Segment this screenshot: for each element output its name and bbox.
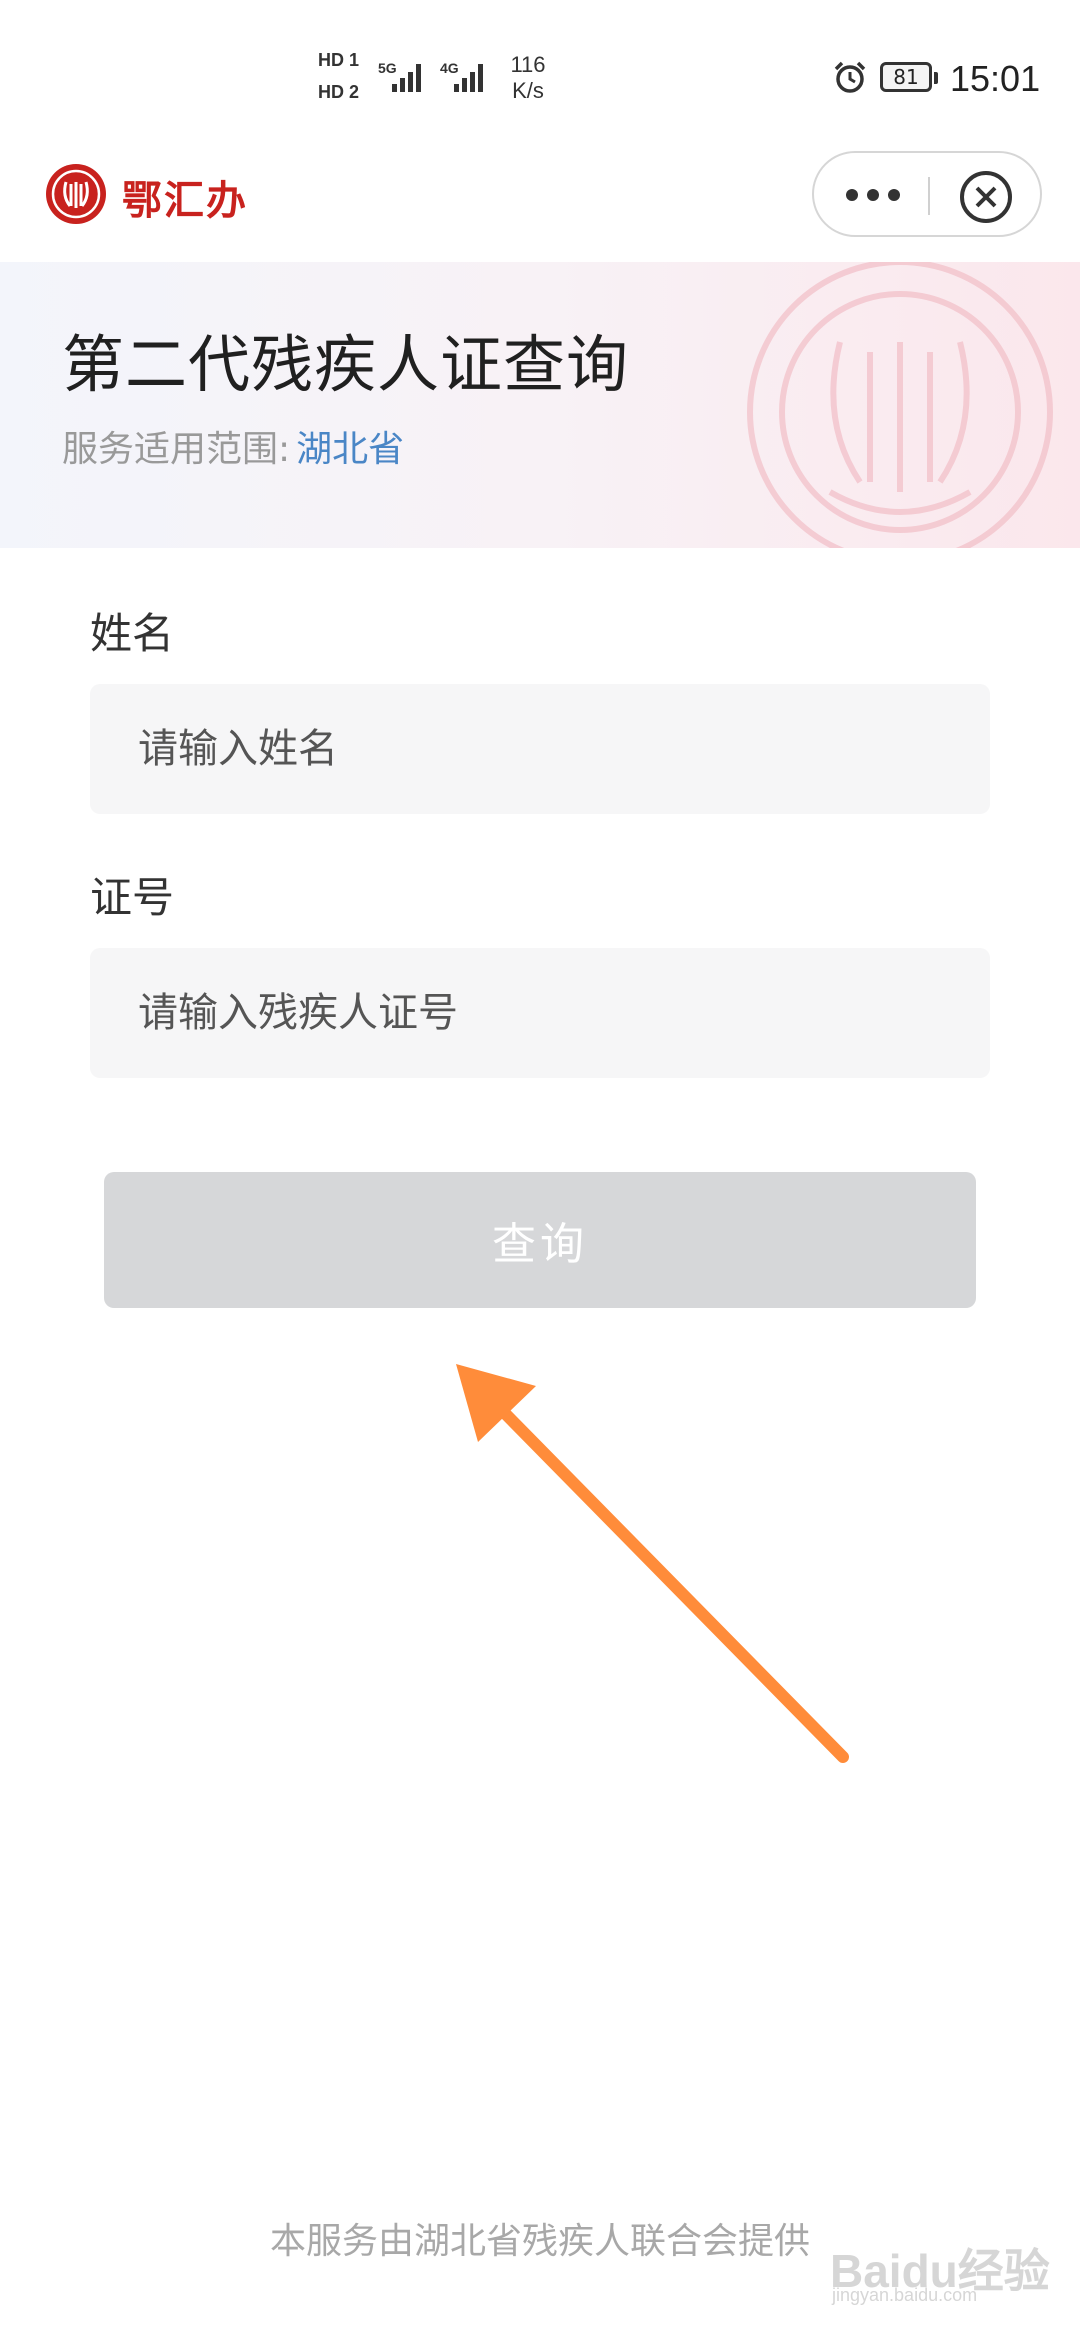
app-logo-icon bbox=[46, 164, 106, 224]
capsule-menu bbox=[812, 151, 1042, 237]
id-number-input[interactable] bbox=[90, 948, 990, 1078]
close-icon[interactable] bbox=[958, 169, 1014, 225]
scope-value: 湖北省 bbox=[296, 429, 405, 470]
name-label: 姓名 bbox=[90, 609, 175, 658]
name-input[interactable] bbox=[90, 684, 990, 814]
app-header: 鄂汇办 bbox=[0, 150, 1080, 262]
watermark-site: jingyan.baidu.com bbox=[832, 2285, 978, 2305]
sim1-label: HD 1 bbox=[318, 50, 360, 70]
signal-strength-2-icon bbox=[454, 64, 483, 92]
scope-label: 服务适用范围: bbox=[62, 429, 291, 470]
network-speed-unit: K/s bbox=[512, 78, 544, 103]
sim2-label: HD 2 bbox=[318, 82, 360, 102]
status-bar: HD 1 HD 2 5G 4G 116 K/s 81 15:01 bbox=[0, 0, 1080, 150]
network-speed-value: 116 bbox=[510, 52, 546, 77]
alarm-icon bbox=[834, 61, 866, 93]
annotation-arrow-icon bbox=[456, 1364, 849, 1763]
id-number-label: 证号 bbox=[90, 873, 175, 922]
page-title: 第二代残疾人证查询 bbox=[62, 328, 630, 401]
baidu-watermark: Baidu经验 jingyan.baidu.com bbox=[830, 2235, 1050, 2305]
signal-strength-icon bbox=[392, 64, 421, 92]
service-scope: 服务适用范围: 湖北省 bbox=[62, 420, 404, 472]
capsule-divider bbox=[928, 177, 930, 215]
banner-emblem-icon bbox=[747, 262, 1053, 548]
battery-indicator: 81 bbox=[880, 62, 938, 92]
app-name: 鄂汇办 bbox=[122, 177, 248, 224]
service-banner: 第二代残疾人证查询 服务适用范围: 湖北省 bbox=[0, 262, 1080, 548]
network-speed: 116 K/s bbox=[500, 52, 556, 104]
clock: 15:01 bbox=[950, 58, 1041, 99]
more-options-icon[interactable] bbox=[842, 183, 904, 207]
query-button[interactable]: 查询 bbox=[104, 1172, 976, 1308]
